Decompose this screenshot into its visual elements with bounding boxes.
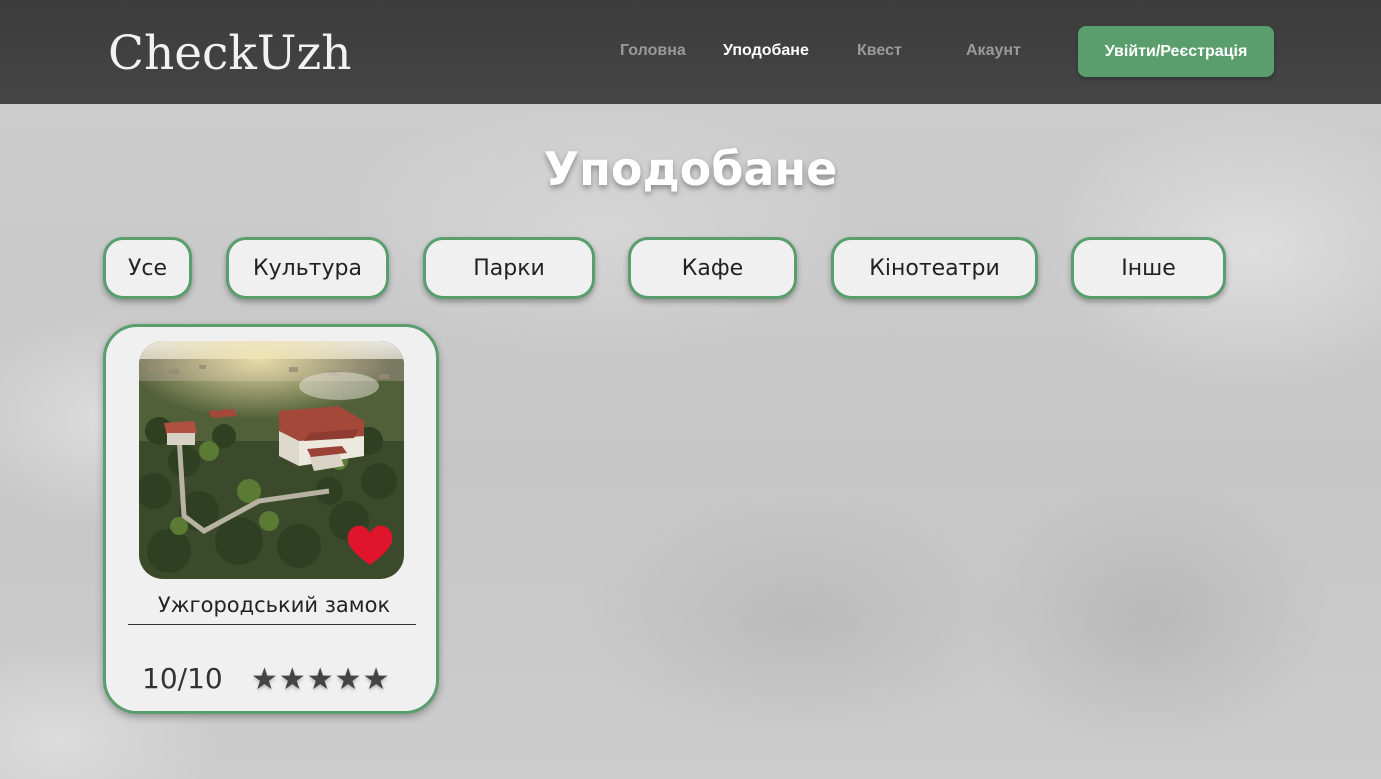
top-navbar: CheckUzh Головна Уподобане Квест Акаунт … bbox=[0, 0, 1381, 104]
nav-item-quest[interactable]: Квест bbox=[857, 42, 902, 60]
place-score: 10/10 bbox=[142, 662, 223, 695]
filter-all[interactable]: Усе bbox=[103, 237, 192, 299]
filter-cafe[interactable]: Кафе bbox=[628, 237, 797, 299]
nav-item-home[interactable]: Головна bbox=[620, 42, 686, 60]
site-logo[interactable]: CheckUzh bbox=[108, 26, 352, 81]
place-title: Ужгородський замок bbox=[157, 593, 391, 617]
filter-cinemas[interactable]: Кінотеатри bbox=[831, 237, 1038, 299]
login-register-button[interactable]: Увійти/Реєстрація bbox=[1078, 26, 1274, 77]
title-divider bbox=[128, 624, 416, 625]
filter-parks[interactable]: Парки bbox=[423, 237, 595, 299]
place-card[interactable]: Ужгородський замок 10/10 ★★★★★ bbox=[103, 324, 439, 714]
filter-other[interactable]: Інше bbox=[1071, 237, 1226, 299]
page-title: Уподобане bbox=[543, 142, 838, 196]
heart-icon[interactable] bbox=[346, 523, 394, 567]
nav-item-account[interactable]: Акаунт bbox=[966, 42, 1021, 60]
filter-culture[interactable]: Культура bbox=[226, 237, 389, 299]
star-rating: ★★★★★ bbox=[251, 662, 391, 697]
nav-item-favorites[interactable]: Уподобане bbox=[723, 42, 809, 60]
